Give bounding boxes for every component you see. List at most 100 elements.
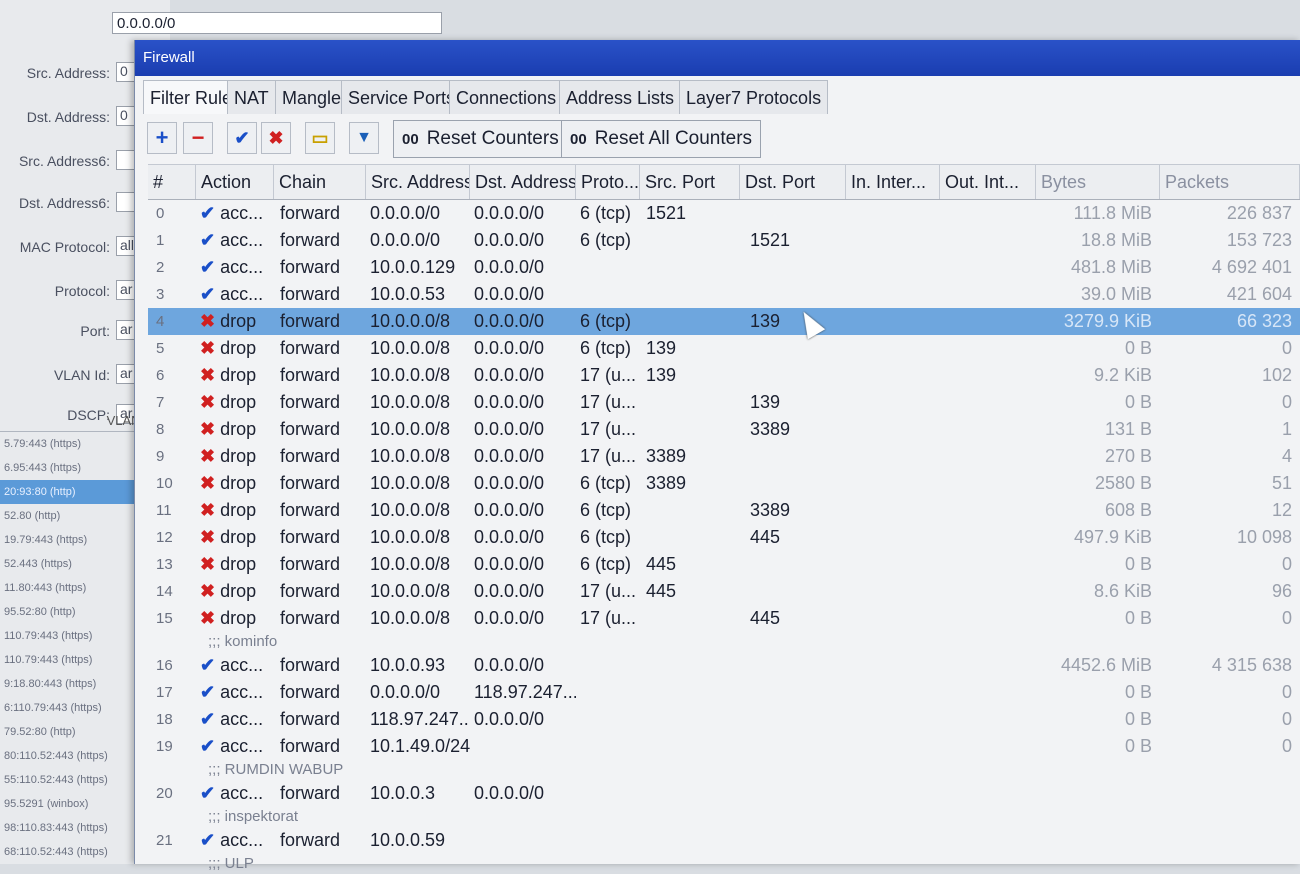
- drop-icon: ✖: [200, 554, 216, 574]
- tab-layer7-protocols[interactable]: Layer7 Protocols: [679, 80, 829, 114]
- table-row[interactable]: 14 ✖ drop forward 10.0.0.0/8 0.0.0.0/0 17 (u.…: [148, 578, 1300, 605]
- cell-dport: 445: [750, 527, 781, 547]
- reset-all-counters-button[interactable]: 00 Reset All Counters: [561, 120, 762, 158]
- table-row[interactable]: 18 ✔ acc... forward 118.97.247... 0.0.0.0/0 0…: [148, 706, 1300, 733]
- cell-chain: forward: [280, 783, 341, 803]
- cell-bytes: 0 B: [1124, 554, 1152, 574]
- tab-connections[interactable]: Connections: [449, 80, 564, 114]
- action-label: drop: [220, 527, 257, 547]
- col-number[interactable]: #: [148, 165, 196, 199]
- table-row[interactable]: 9 ✖ drop forward 10.0.0.0/8 0.0.0.0/0 17 (u..…: [148, 443, 1300, 470]
- col-bytes[interactable]: Bytes: [1036, 165, 1160, 199]
- rule-comment: ;;; kominfo: [208, 633, 278, 650]
- table-row[interactable]: 11 ✖ drop forward 10.0.0.0/8 0.0.0.0/0 6 (tcp…: [148, 497, 1300, 524]
- cell-bytes: 18.8 MiB: [1080, 230, 1152, 250]
- cell-packets: 4 315 638: [1211, 655, 1292, 675]
- table-row[interactable]: 15 ✖ drop forward 10.0.0.0/8 0.0.0.0/0 17 (u.…: [148, 605, 1300, 632]
- cell-n: 5: [156, 340, 165, 357]
- action-label: drop: [220, 554, 257, 574]
- col-in-interface[interactable]: In. Inter...: [846, 165, 940, 199]
- table-row[interactable]: 5 ✖ drop forward 10.0.0.0/8 0.0.0.0/0 6 (tcp)…: [148, 335, 1300, 362]
- background-field-label: Dst. Address6:: [18, 195, 110, 211]
- cell-dport: [750, 254, 842, 281]
- background-field-label: MAC Protocol:: [19, 239, 110, 255]
- cell-chain: forward: [280, 527, 341, 547]
- cell-chain: forward: [280, 419, 341, 439]
- table-row[interactable]: 0 ✔ acc... forward 0.0.0.0/0 0.0.0.0/0 6 (tcp…: [148, 200, 1300, 227]
- cell-dst: 0.0.0.0/0: [474, 284, 545, 304]
- cell-chain: forward: [280, 581, 341, 601]
- remove-button[interactable]: −: [183, 122, 213, 154]
- col-chain[interactable]: Chain: [274, 165, 366, 199]
- col-packets[interactable]: Packets: [1160, 165, 1300, 199]
- tab-nat[interactable]: NAT: [227, 80, 276, 114]
- cell-sport: 3389: [646, 446, 687, 466]
- table-row[interactable]: 1 ✔ acc... forward 0.0.0.0/0 0.0.0.0/0 6 (tcp…: [148, 227, 1300, 254]
- tab-service-ports[interactable]: Service Ports: [341, 80, 463, 114]
- table-row[interactable]: 10 ✖ drop forward 10.0.0.0/8 0.0.0.0/0 6 (tcp…: [148, 470, 1300, 497]
- col-src-address[interactable]: Src. Address: [366, 165, 470, 199]
- table-row[interactable]: 2 ✔ acc... forward 10.0.0.129 0.0.0.0/0 481.8…: [148, 254, 1300, 281]
- cell-proto: [580, 679, 642, 706]
- col-src-port[interactable]: Src. Port: [640, 165, 740, 199]
- action-label: drop: [220, 473, 257, 493]
- table-row[interactable]: 19 ✔ acc... forward 10.1.49.0/24 0 B 0: [148, 733, 1300, 760]
- table-row[interactable]: 3 ✔ acc... forward 10.0.0.53 0.0.0.0/0 39.0 M…: [148, 281, 1300, 308]
- src-address-top-field[interactable]: 0.0.0.0/0: [112, 12, 442, 34]
- col-dst-address[interactable]: Dst. Address: [470, 165, 576, 199]
- cell-n: 6: [156, 367, 165, 384]
- cell-action: ✖ drop: [200, 551, 270, 578]
- tab-mangle[interactable]: Mangle: [275, 80, 349, 114]
- cell-sport: [646, 733, 738, 760]
- add-button[interactable]: +: [147, 122, 177, 154]
- col-out-interface[interactable]: Out. Int...: [940, 165, 1036, 199]
- cell-src: 10.0.0.0/8: [370, 527, 451, 547]
- table-row[interactable]: 17 ✔ acc... forward 0.0.0.0/0 118.97.247... 0…: [148, 679, 1300, 706]
- cell-dst: 0.0.0.0/0: [474, 473, 545, 493]
- enable-button[interactable]: ✔: [227, 122, 257, 154]
- cell-proto: [580, 827, 642, 854]
- cell-n: 4: [156, 313, 165, 330]
- cell-action: ✔ acc...: [200, 652, 270, 679]
- action-label: drop: [220, 311, 257, 331]
- col-protocol[interactable]: Proto...: [576, 165, 640, 199]
- table-row[interactable]: 12 ✖ drop forward 10.0.0.0/8 0.0.0.0/0 6 (tcp…: [148, 524, 1300, 551]
- table-row[interactable]: 8 ✖ drop forward 10.0.0.0/8 0.0.0.0/0 17 (u..…: [148, 416, 1300, 443]
- counter-icon: 00: [570, 131, 587, 148]
- col-dst-port[interactable]: Dst. Port: [740, 165, 846, 199]
- table-row[interactable]: 16 ✔ acc... forward 10.0.0.93 0.0.0.0/0 4452.…: [148, 652, 1300, 679]
- cell-n: 0: [156, 205, 165, 222]
- table-row[interactable]: 21 ✔ acc... forward 10.0.0.59: [148, 827, 1300, 854]
- drop-icon: ✖: [200, 311, 216, 331]
- accept-icon: ✔: [200, 736, 216, 756]
- cell-chain: forward: [280, 655, 341, 675]
- cell-action: ✔ acc...: [200, 281, 270, 308]
- cell-chain: forward: [280, 736, 341, 756]
- cell-dport: [750, 335, 842, 362]
- disable-button[interactable]: ✖: [261, 122, 291, 154]
- cell-bytes: 0 B: [1124, 682, 1152, 702]
- table-row[interactable]: 20 ✔ acc... forward 10.0.0.3 0.0.0.0/0: [148, 780, 1300, 807]
- cell-bytes: 39.0 MiB: [1080, 284, 1152, 304]
- table-row-selected[interactable]: 4 ✖ drop forward 10.0.0.0/8 0.0.0.0/0 6 (tcp)…: [148, 306, 1300, 340]
- cell-action: ✔ acc...: [200, 254, 270, 281]
- tab-address-lists[interactable]: Address Lists: [559, 80, 682, 114]
- drop-icon: ✖: [200, 473, 216, 493]
- cell-dst: 0.0.0.0/0: [474, 709, 545, 729]
- table-row[interactable]: 13 ✖ drop forward 10.0.0.0/8 0.0.0.0/0 6 (tcp…: [148, 551, 1300, 578]
- cell-dst: 0.0.0.0/0: [474, 527, 545, 547]
- cell-sport: [646, 780, 738, 807]
- accept-icon: ✔: [200, 709, 216, 729]
- filter-icon[interactable]: ▼: [349, 122, 379, 154]
- col-action[interactable]: Action: [196, 165, 274, 199]
- cell-chain: forward: [280, 608, 341, 628]
- table-row[interactable]: 7 ✖ drop forward 10.0.0.0/8 0.0.0.0/0 17 (u..…: [148, 389, 1300, 416]
- reset-counters-button[interactable]: 00 Reset Counters: [393, 120, 568, 158]
- cell-src: 10.0.0.0/8: [370, 392, 451, 412]
- comment-button[interactable]: ▭: [305, 122, 335, 154]
- table-row[interactable]: 6 ✖ drop forward 10.0.0.0/8 0.0.0.0/0 17 (u..…: [148, 362, 1300, 389]
- cell-src: 10.0.0.0/8: [370, 500, 451, 520]
- action-label: acc...: [220, 783, 264, 803]
- cell-packets: [1160, 780, 1292, 807]
- cell-action: ✖ drop: [200, 497, 270, 524]
